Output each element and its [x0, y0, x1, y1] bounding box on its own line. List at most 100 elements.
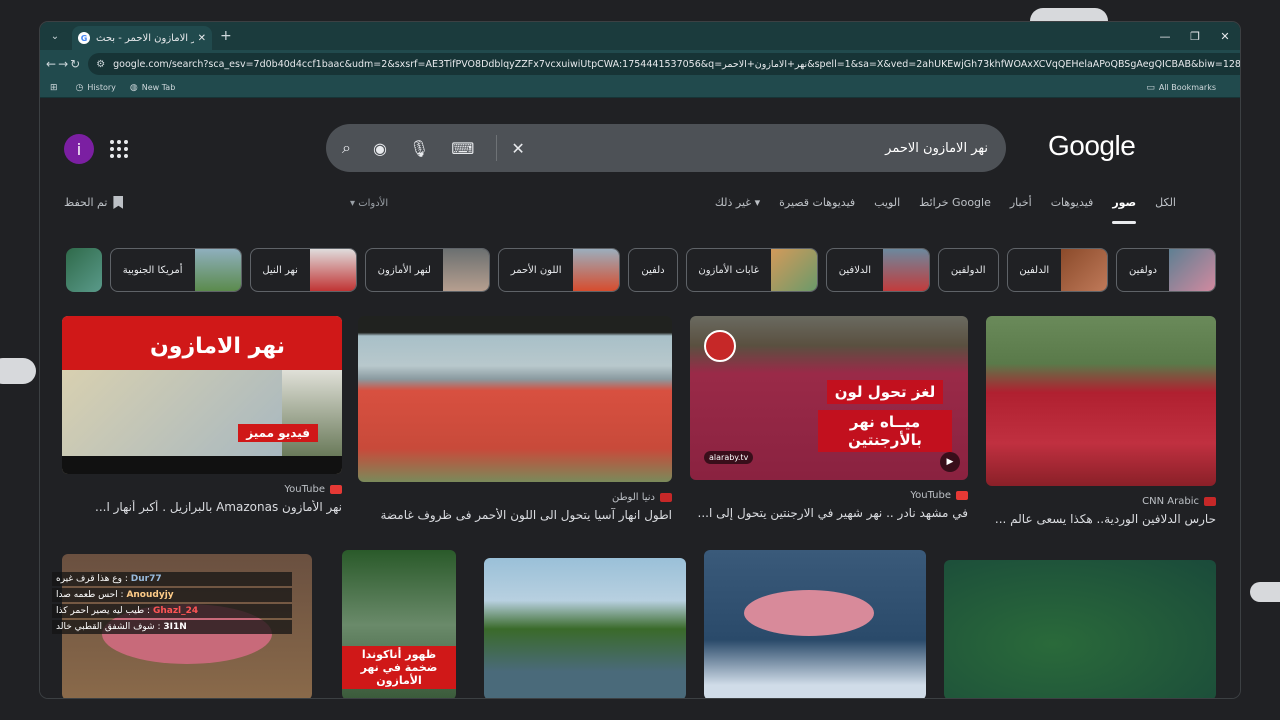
saved-link[interactable]: تم الحفظ [64, 196, 124, 209]
microphone-icon[interactable]: 🎙 [409, 139, 429, 158]
maximize-icon[interactable]: ❐ [1180, 22, 1210, 50]
image-result[interactable]: لغز تحول لون ميــاه نهر بالأرجنتين alarab… [690, 316, 968, 520]
bookmarks-bar: ⊞ ◷ History ◍ New Tab ▭ All Bookmarks [40, 78, 1240, 98]
chip-thumbnail [770, 249, 817, 291]
source-favicon-icon [660, 493, 672, 502]
site-info-icon[interactable]: ⚙ [96, 59, 105, 70]
minimize-icon[interactable]: — [1150, 22, 1180, 50]
chip-thumbnail [309, 249, 356, 291]
browser-tab[interactable]: G نهر الامازون الاحمر - بحث Google ✕ [72, 26, 212, 50]
address-bar[interactable]: ⚙ google.com/search?sca_esv=7d0b40d4ccf1… [88, 53, 1240, 75]
google-apps-icon[interactable] [110, 140, 128, 158]
result-source[interactable]: YouTube [62, 484, 342, 495]
image-result[interactable]: CNN Arabic حارس الدلافين الوردية.. هكذا … [986, 316, 1216, 526]
result-source[interactable]: YouTube [690, 490, 968, 501]
chip[interactable]: دلفين [628, 248, 678, 292]
chip[interactable]: الدلفين [1006, 248, 1109, 292]
account-avatar[interactable]: i [64, 134, 94, 164]
chat-message: Dur77 : وع هذا قرف غيره [52, 572, 292, 586]
result-title[interactable]: نهر الأمازون Amazonas بالبرازيل . أكبر أ… [62, 500, 342, 514]
clear-icon[interactable]: ✕ [511, 139, 524, 158]
video-overlay-text: ظهور أناكوندا ضخمة في نهر الأمازون [342, 646, 456, 689]
chip[interactable]: أمريكا الجنوبية [109, 248, 242, 292]
cloud-decoration [1250, 582, 1280, 602]
image-result[interactable] [944, 560, 1216, 698]
divider [496, 135, 498, 161]
video-overlay-text: نهر الامازون [150, 334, 286, 359]
map-image [62, 370, 282, 456]
tab-all[interactable]: الكل [1155, 196, 1176, 224]
globe-icon: ◍ [129, 82, 138, 93]
image-result[interactable]: دنيا الوطن اطول انهار آسيا يتحول الى الل… [358, 316, 672, 522]
tab-web[interactable]: الويب [874, 196, 900, 224]
history-icon: ◷ [75, 82, 84, 93]
chat-message: 3I1N : شوف الشفق القطبي خالد [52, 620, 292, 634]
channel-logo-icon [704, 330, 736, 362]
search-results-page: i ⌕ ◉ 🎙 ⌨ ✕ نهر الامازون الاحمر Google ت… [40, 98, 1240, 698]
chip-thumbnail [66, 248, 102, 292]
result-image [358, 316, 672, 482]
image-result[interactable]: نهر الامازون فيديو مميز YouTube نهر الأم… [62, 316, 342, 514]
title-bar: ⌄ G نهر الامازون الاحمر - بحث Google ✕ +… [40, 22, 1240, 50]
window-controls: — ❐ ✕ [1150, 22, 1240, 50]
chat-message: Anoudyjy : احس طعمه صدا [52, 588, 292, 602]
chip[interactable] [66, 248, 102, 292]
browser-toolbar: ← → ↻ ⚙ google.com/search?sca_esv=7d0b40… [40, 50, 1240, 78]
search-tabs: الكل صور فيديوهات أخبار خرائط Google الو… [677, 196, 1176, 224]
tab-shorts[interactable]: فيديوهات قصيرة [779, 196, 855, 224]
search-icon[interactable]: ⌕ [342, 138, 351, 158]
result-title[interactable]: حارس الدلافين الوردية.. هكذا يسعى عالم .… [986, 512, 1216, 526]
chip[interactable]: دولفين [1116, 248, 1216, 292]
tab-search-button[interactable]: ⌄ [44, 25, 66, 47]
youtube-icon [956, 491, 968, 500]
back-icon[interactable]: ← [46, 53, 56, 75]
close-tab-icon[interactable]: ✕ [198, 33, 206, 44]
chip-thumbnail [573, 249, 620, 291]
tab-title: نهر الامازون الاحمر - بحث Google [96, 32, 194, 44]
chip-thumbnail [442, 249, 489, 291]
chip[interactable]: اللون الأحمر [497, 248, 621, 292]
result-source[interactable]: CNN Arabic [986, 496, 1216, 507]
lens-icon[interactable]: ◉ [373, 139, 387, 158]
tab-maps[interactable]: خرائط Google [919, 196, 991, 224]
refinement-chips: دولفين الدلفين الدولفين الدلافين غابات ا… [66, 248, 1216, 292]
result-image: لغز تحول لون ميــاه نهر بالأرجنتين alarab… [690, 316, 968, 480]
keyboard-icon[interactable]: ⌨ [451, 139, 474, 158]
forward-icon[interactable]: → [58, 53, 68, 75]
browser-window: ⌄ G نهر الامازون الاحمر - بحث Google ✕ +… [40, 22, 1240, 698]
cloud-decoration [0, 358, 36, 384]
chat-message: Ghazl_24 : طيب ليه يصير احمر كذا [52, 604, 292, 618]
search-box[interactable]: ⌕ ◉ 🎙 ⌨ ✕ نهر الامازون الاحمر [326, 124, 1006, 172]
folder-icon: ▭ [1146, 82, 1155, 93]
close-window-icon[interactable]: ✕ [1210, 22, 1240, 50]
chip[interactable]: غابات الأمازون [685, 248, 818, 292]
bookmark-history[interactable]: ◷ History [76, 83, 116, 93]
image-result[interactable] [704, 550, 926, 698]
chip[interactable]: لنهر الأمازون [364, 248, 490, 292]
bookmark-new-tab[interactable]: ◍ New Tab [130, 83, 175, 93]
chip[interactable]: الدولفين [937, 248, 999, 292]
search-input[interactable]: نهر الامازون الاحمر [547, 141, 990, 156]
google-logo[interactable]: Google [1048, 130, 1136, 162]
result-title[interactable]: في مشهد نادر .. نهر شهير في الارجنتين يت… [690, 506, 968, 520]
tools-dropdown[interactable]: ▾ الأدوات [350, 198, 388, 209]
result-source[interactable]: دنيا الوطن [358, 492, 672, 503]
tab-news[interactable]: أخبار [1010, 196, 1032, 224]
chip[interactable]: الدلافين [825, 248, 930, 292]
image-result[interactable] [484, 558, 686, 698]
play-icon: ▶ [940, 452, 960, 472]
all-bookmarks[interactable]: ▭ All Bookmarks [1146, 83, 1216, 93]
result-title[interactable]: اطول انهار آسيا يتحول الى اللون الأحمر ف… [358, 508, 672, 522]
tab-more[interactable]: غير ذلك ▾ [696, 196, 760, 224]
tab-images[interactable]: صور [1112, 196, 1136, 224]
tab-videos[interactable]: فيديوهات [1051, 196, 1094, 224]
chip-thumbnail [194, 249, 241, 291]
image-result[interactable]: ظهور أناكوندا ضخمة في نهر الأمازون [342, 550, 456, 698]
bottom-bar [62, 456, 342, 474]
reload-icon[interactable]: ↻ [70, 53, 80, 75]
new-tab-button[interactable]: + [220, 28, 232, 44]
result-image: نهر الامازون فيديو مميز [62, 316, 342, 474]
result-image [986, 316, 1216, 486]
chip[interactable]: نهر النيل [249, 248, 357, 292]
apps-icon[interactable]: ⊞ [50, 83, 62, 93]
